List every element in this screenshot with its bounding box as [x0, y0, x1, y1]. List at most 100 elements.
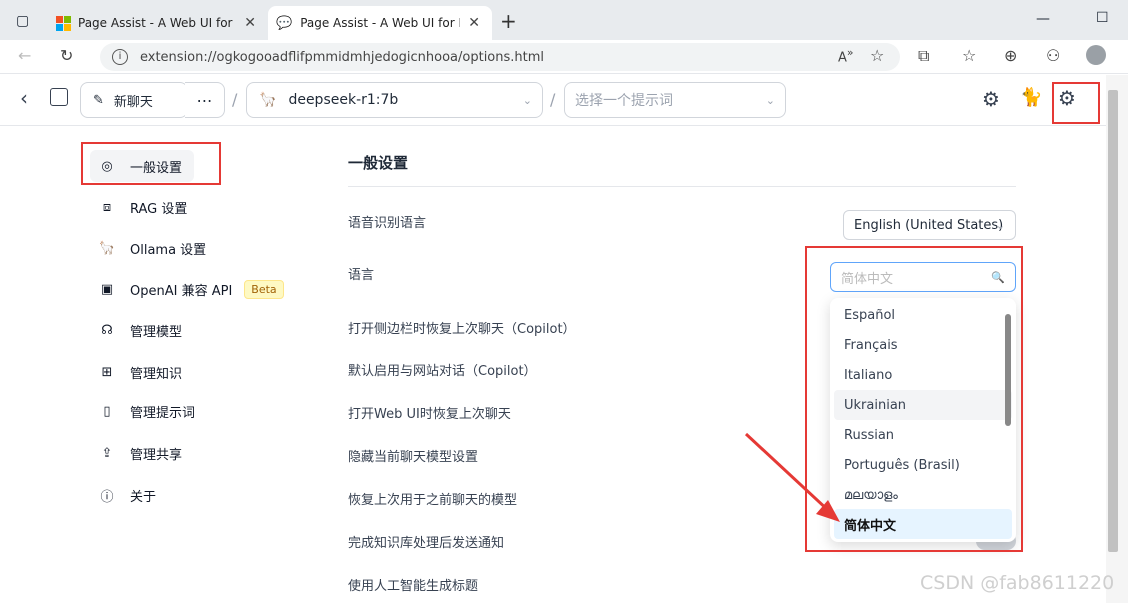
- minimize-icon[interactable]: —: [1036, 11, 1050, 27]
- prompt-select[interactable]: 选择一个提示词 ⌄: [564, 82, 786, 118]
- new-tab-icon[interactable]: +: [500, 9, 517, 33]
- setting-label-speech-language: 语音识别语言: [348, 216, 427, 231]
- microsoft-logo-icon: [56, 16, 71, 31]
- divider: /: [550, 90, 556, 109]
- favorites-icon[interactable]: ☆: [962, 46, 976, 65]
- sidebar-item-label: 管理知识: [130, 366, 183, 382]
- language-search-placeholder: 简体中文: [841, 271, 894, 287]
- sidebar-item-ollama[interactable]: 🦙 Ollama 设置: [96, 232, 206, 264]
- sidebar-item-label: OpenAI 兼容 API: [130, 283, 233, 299]
- setting-label-language: 语言: [348, 268, 375, 283]
- model-select[interactable]: 🦙 deepseek-r1:7b ⌄: [246, 82, 543, 118]
- extensions-icon[interactable]: ⧉: [918, 46, 929, 66]
- refresh-icon[interactable]: ↻: [60, 46, 73, 65]
- cpu-icon: ▣: [100, 281, 114, 297]
- language-dropdown: Español Français Italiano Ukrainian Russ…: [830, 298, 1016, 542]
- browser-tab-1[interactable]: Page Assist - A Web UI for Local ✕: [48, 6, 264, 40]
- read-aloud-icon[interactable]: A»: [838, 46, 854, 65]
- info-icon[interactable]: i: [112, 49, 128, 65]
- tab-title: Page Assist - A Web UI for Local: [300, 16, 460, 30]
- favorite-add-icon[interactable]: ☆: [870, 46, 884, 65]
- back-chevron-icon[interactable]: ‹: [20, 86, 28, 110]
- language-option[interactable]: Ukrainian: [834, 390, 1012, 420]
- sidebar-item-rag[interactable]: ⧈ RAG 设置: [96, 191, 188, 223]
- sidebar-toggle-icon[interactable]: [50, 88, 68, 106]
- setting-label: 打开侧边栏时恢复上次聊天（Copilot）: [348, 322, 576, 337]
- beta-badge: Beta: [244, 279, 284, 299]
- sidebar-item-share[interactable]: ⇪ 管理共享: [96, 437, 182, 469]
- setting-label: 隐藏当前聊天模型设置: [348, 450, 479, 465]
- watermark: CSDN @fab8611220: [920, 572, 1115, 594]
- setting-label: 使用人工智能生成标题: [348, 579, 479, 594]
- github-icon[interactable]: 🐈: [1020, 87, 1042, 108]
- chevron-down-icon: ⌄: [995, 218, 1005, 232]
- chat-bubble-icon: 💬: [276, 15, 293, 31]
- sidebar-item-openai[interactable]: ▣ OpenAI 兼容 API Beta: [96, 273, 284, 305]
- profile-avatar[interactable]: [1086, 45, 1106, 65]
- annotation-arrow-icon: [744, 432, 840, 522]
- settings-gear-icon[interactable]: ⚙: [982, 87, 1000, 111]
- sidebar-item-prompts[interactable]: ▯ 管理提示词: [96, 395, 195, 427]
- more-options-button[interactable]: ⋯: [185, 82, 225, 118]
- blocks-icon: ⊞: [101, 364, 113, 380]
- chevron-down-icon: ⌄: [765, 93, 775, 107]
- sidebar-item-label: 管理模型: [130, 324, 183, 340]
- prompt-placeholder: 选择一个提示词: [575, 93, 673, 109]
- divider: /: [232, 90, 238, 109]
- llama-icon: 🦙: [98, 240, 116, 256]
- setting-label: 恢复上次用于之前聊天的模型: [348, 493, 518, 508]
- sidebar-item-label: RAG 设置: [130, 201, 188, 217]
- setting-label: 默认启用与网站对话（Copilot）: [348, 364, 537, 379]
- title-divider: [348, 186, 1016, 187]
- sidebar-item-general[interactable]: ◎ 一般设置: [90, 150, 194, 182]
- setting-label: 打开Web UI时恢复上次聊天: [348, 407, 511, 422]
- sidebar-item-label: 关于: [130, 489, 157, 505]
- back-icon[interactable]: ←: [18, 46, 31, 65]
- scan-icon: ⧈: [102, 199, 112, 215]
- language-option[interactable]: Russian: [834, 420, 1012, 450]
- speech-language-value: English (United States): [854, 217, 1004, 233]
- language-option[interactable]: Español: [834, 300, 1012, 330]
- share-icon: ⇪: [101, 445, 113, 461]
- info-icon: ⓘ: [100, 489, 114, 505]
- orbit-icon: ◎: [101, 158, 113, 174]
- book-icon: ▯: [103, 403, 111, 419]
- close-icon[interactable]: ✕: [244, 15, 256, 31]
- llama-icon: 🦙: [259, 92, 277, 108]
- chevron-down-icon: ⌄: [522, 93, 532, 107]
- maximize-icon[interactable]: ☐: [1096, 10, 1109, 26]
- url-field[interactable]: i extension://ogkogooadflifpmmidmhjedogi…: [100, 43, 900, 71]
- collections-icon[interactable]: ⊕: [1004, 46, 1017, 65]
- ellipsis-icon: ⋯: [196, 90, 213, 110]
- speech-language-select[interactable]: English (United States) ⌄: [843, 210, 1016, 240]
- page-title: 一般设置: [348, 154, 409, 172]
- language-option[interactable]: Français: [834, 330, 1012, 360]
- sidebar-item-label: 管理提示词: [130, 405, 196, 421]
- language-option-selected[interactable]: 简体中文: [834, 509, 1012, 539]
- tab-title: Page Assist - A Web UI for Local: [78, 16, 236, 30]
- new-chat-label: 新聊天: [113, 94, 153, 110]
- sidebar-item-models[interactable]: ☊ 管理模型: [96, 314, 182, 346]
- language-option[interactable]: മലയാളം: [834, 480, 1012, 510]
- sidebar-item-label: 管理共享: [130, 447, 183, 463]
- browser-essentials-icon[interactable]: ⚇: [1046, 46, 1060, 65]
- settings-play-icon[interactable]: ⚙: [1058, 86, 1076, 110]
- sidebar-item-knowledge[interactable]: ⊞ 管理知识: [96, 356, 182, 388]
- sidebar-item-label: 一般设置: [130, 160, 183, 176]
- dropdown-scrollbar[interactable]: [1005, 314, 1011, 426]
- close-icon[interactable]: ✕: [468, 15, 480, 31]
- language-option[interactable]: Português (Brasil): [834, 450, 1012, 480]
- brain-icon: ☊: [101, 322, 113, 338]
- tab-actions-icon[interactable]: ▢: [16, 13, 29, 29]
- page-scrollbar[interactable]: [1108, 90, 1118, 552]
- setting-label: 完成知识库处理后发送通知: [348, 536, 505, 551]
- model-value: deepseek-r1:7b: [288, 92, 399, 108]
- new-chat-button[interactable]: ✎ 新聊天: [80, 82, 188, 118]
- url-text: extension://ogkogooadflifpmmidmhjedogicn…: [140, 49, 545, 65]
- sidebar-item-about[interactable]: ⓘ 关于: [96, 479, 156, 511]
- language-option[interactable]: Italiano: [834, 360, 1012, 390]
- edit-icon: ✎: [93, 92, 104, 108]
- browser-tab-2[interactable]: 💬 Page Assist - A Web UI for Local ✕: [268, 6, 492, 40]
- sidebar-item-label: Ollama 设置: [130, 242, 207, 258]
- language-search-input[interactable]: 简体中文 🔍: [830, 262, 1016, 292]
